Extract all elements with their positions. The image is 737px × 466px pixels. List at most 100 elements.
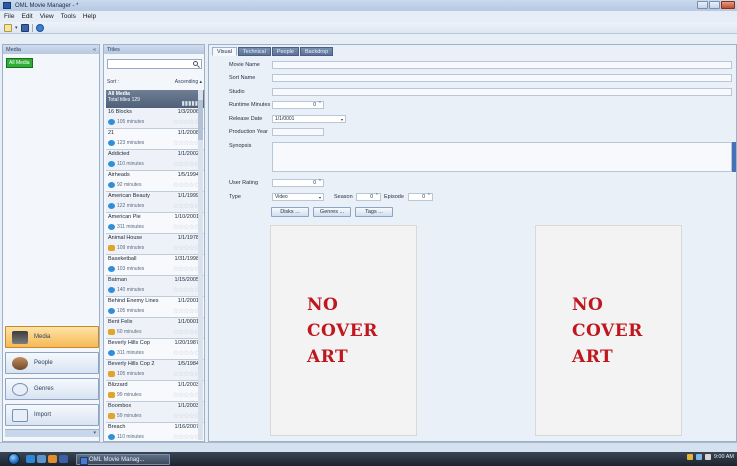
title-search-input[interactable]	[108, 60, 192, 68]
save-icon[interactable]	[20, 23, 29, 32]
title-list-item[interactable]: Breach 1/16/2007 110 minutes ☆☆☆☆☆	[106, 423, 204, 441]
menu-tools[interactable]: Tools	[61, 13, 76, 20]
title-list-item[interactable]: Airheads 1/5/1994 92 minutes ☆☆☆☆☆	[106, 171, 204, 192]
user-rating-stepper[interactable]: 0	[272, 179, 324, 187]
nav-people-button[interactable]: People	[5, 352, 99, 374]
rating-stars-icon[interactable]: ☆☆☆☆☆	[173, 244, 200, 252]
studio-field[interactable]	[272, 88, 732, 96]
season-stepper[interactable]: 0	[356, 193, 381, 201]
rating-stars-icon[interactable]: ☆☆☆☆☆	[173, 286, 200, 294]
title-list-item[interactable]: Beverly Hills Cop 2 1/5/1984 105 minutes…	[106, 360, 204, 381]
sort-order-toggle[interactable]: Ascending ▴	[175, 79, 202, 87]
tags-button[interactable]: Tags ...	[355, 207, 393, 217]
episode-stepper[interactable]: 0	[408, 193, 433, 201]
menu-file[interactable]: File	[4, 13, 14, 20]
clock[interactable]: 9:00 AM	[714, 454, 734, 460]
group-header[interactable]: All Media Total titles 129 ▮▮▮▮▮	[106, 90, 204, 108]
title-list-item[interactable]: 16 Blocks 1/3/2006 105 minutes ☆☆☆☆☆	[106, 108, 204, 129]
rating-stars-icon[interactable]: ☆☆☆☆☆	[173, 307, 200, 315]
menu-edit[interactable]: Edit	[21, 13, 32, 20]
chevron-down-icon: ▾	[340, 117, 343, 122]
nav-media-button[interactable]: Media	[5, 326, 99, 348]
media-pane-title: Media	[6, 46, 21, 53]
window-title: OML Movie Manager - *	[15, 2, 79, 9]
synopsis-field[interactable]	[272, 142, 732, 172]
runtime-stepper[interactable]: 0	[272, 101, 324, 109]
browser-icon[interactable]	[26, 455, 35, 463]
rating-stars-icon[interactable]: ☆☆☆☆☆	[173, 181, 200, 189]
new-dropdown-icon[interactable]: ▾	[15, 25, 18, 31]
tab-visual[interactable]: Visual	[212, 47, 237, 56]
side-panel-tab[interactable]	[732, 142, 736, 172]
explorer-icon[interactable]	[37, 455, 46, 463]
rating-stars-icon[interactable]: ☆☆☆☆☆	[173, 223, 200, 231]
title-list-item[interactable]: Blizzard 1/1/2003 99 minutes ☆☆☆☆☆	[106, 381, 204, 402]
new-file-icon[interactable]	[4, 23, 12, 32]
type-select[interactable]: Video ▾	[272, 193, 324, 201]
tray-app-icon[interactable]	[686, 454, 693, 460]
title-list-item[interactable]: Beverly Hills Cop 1/20/1987 311 minutes …	[106, 339, 204, 360]
network-icon[interactable]	[695, 454, 702, 460]
all-media-node[interactable]: All Media	[6, 58, 33, 68]
title-list-item[interactable]: 21 1/1/2008 123 minutes ☆☆☆☆☆	[106, 129, 204, 150]
back-cover-placeholder[interactable]: NO COVER ART	[535, 225, 682, 436]
nav-overflow-bar[interactable]: ▾	[5, 429, 99, 437]
item-title: Addicted	[108, 151, 130, 157]
rating-stars-icon[interactable]: ☆☆☆☆☆	[173, 118, 200, 126]
title-list-item[interactable]: Behind Enemy Lines 1/1/2001 105 minutes …	[106, 297, 204, 318]
release-date-picker[interactable]: 1/1/0001 ▾	[272, 115, 346, 123]
rating-stars-icon[interactable]: ☆☆☆☆☆	[173, 412, 200, 420]
menu-view[interactable]: View	[40, 13, 54, 20]
title-list-item[interactable]: Boombox 1/1/2003 59 minutes ☆☆☆☆☆	[106, 402, 204, 423]
disks-button[interactable]: Disks ...	[271, 207, 309, 217]
rating-stars-icon[interactable]: ☆☆☆☆☆	[173, 328, 200, 336]
genres-button[interactable]: Genres ...	[313, 207, 351, 217]
title-list-scrollbar[interactable]	[198, 90, 203, 440]
title-list-item[interactable]: Animal House 1/1/1978 109 minutes ☆☆☆☆☆	[106, 234, 204, 255]
search-icon[interactable]	[193, 61, 198, 66]
item-meta: 60 minutes	[108, 329, 141, 335]
help-icon[interactable]	[35, 23, 44, 32]
nav-import-button[interactable]: Import	[5, 404, 99, 426]
type-value: Video	[275, 194, 288, 200]
taskbar-app-button[interactable]: OML Movie Manag...	[76, 453, 170, 465]
rating-stars-icon[interactable]: ☆☆☆☆☆	[173, 433, 200, 441]
item-title: American Pie	[108, 214, 141, 220]
rating-stars-icon[interactable]: ☆☆☆☆☆	[173, 349, 200, 357]
title-list-item[interactable]: American Beauty 1/1/1999 122 minutes ☆☆☆…	[106, 192, 204, 213]
media-player-icon[interactable]	[48, 455, 57, 463]
start-button[interactable]	[8, 453, 20, 465]
volume-icon[interactable]	[704, 454, 711, 460]
title-list-item[interactable]: American Pie 1/10/2001 311 minutes ☆☆☆☆☆	[106, 213, 204, 234]
menu-help[interactable]: Help	[83, 13, 96, 20]
close-button[interactable]	[721, 1, 735, 9]
app-quicklaunch-icon[interactable]	[59, 455, 68, 463]
title-list-item[interactable]: Bent Felix 1/1/0001 60 minutes ☆☆☆☆☆	[106, 318, 204, 339]
item-date: 1/3/2006	[177, 109, 199, 115]
group-rating-icons: ▮▮▮▮▮	[181, 101, 198, 107]
front-cover-placeholder[interactable]: NO COVER ART	[270, 225, 417, 436]
rating-stars-icon[interactable]: ☆☆☆☆☆	[173, 391, 200, 399]
rating-stars-icon[interactable]: ☆☆☆☆☆	[173, 202, 200, 210]
sort-name-field[interactable]	[272, 74, 732, 82]
rating-stars-icon[interactable]: ☆☆☆☆☆	[173, 160, 200, 168]
tab-people[interactable]: People	[271, 47, 299, 56]
minimize-button[interactable]	[697, 1, 708, 9]
rating-stars-icon[interactable]: ☆☆☆☆☆	[173, 139, 200, 147]
maximize-button[interactable]	[709, 1, 720, 9]
tab-backdrop[interactable]: Backdrop	[299, 47, 334, 56]
collapse-icon[interactable]: «	[93, 47, 96, 53]
title-list-item[interactable]: Batman 1/15/2005 140 minutes ☆☆☆☆☆	[106, 276, 204, 297]
rating-stars-icon[interactable]: ☆☆☆☆☆	[173, 265, 200, 273]
title-list-item[interactable]: Addicted 1/1/2002 110 minutes ☆☆☆☆☆	[106, 150, 204, 171]
item-date: 1/10/2001	[174, 214, 199, 220]
scroll-thumb[interactable]	[198, 100, 203, 140]
item-meta: 123 minutes	[108, 140, 144, 146]
nav-genres-button[interactable]: Genres	[5, 378, 99, 400]
tab-technical[interactable]: Technical	[237, 47, 271, 56]
title-list-item[interactable]: Baseketball 1/31/1998 103 minutes ☆☆☆☆☆	[106, 255, 204, 276]
dvd-icon	[108, 413, 115, 419]
production-year-field[interactable]	[272, 128, 324, 136]
rating-stars-icon[interactable]: ☆☆☆☆☆	[173, 370, 200, 378]
movie-name-field[interactable]	[272, 61, 732, 69]
